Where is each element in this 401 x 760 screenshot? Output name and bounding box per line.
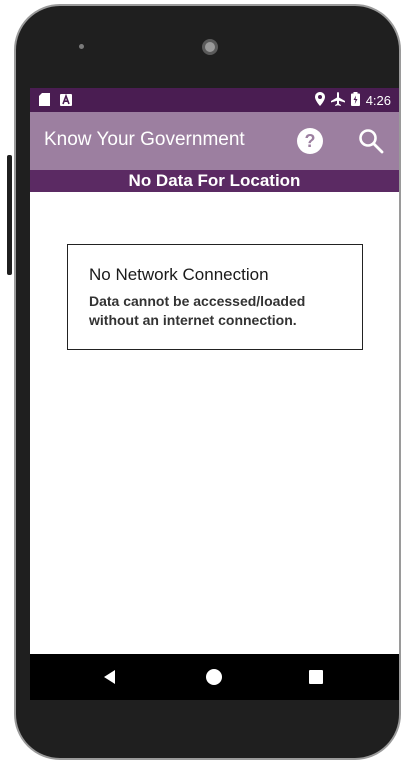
sd-card-icon: [39, 93, 50, 109]
location-banner: No Data For Location: [30, 170, 399, 192]
phone-screen: 4:26 Know Your Government ? No Data For …: [30, 88, 399, 700]
battery-charging-icon: [350, 92, 360, 109]
proximity-sensor: [79, 44, 84, 49]
dialog-message: Data cannot be accessed/loaded without a…: [89, 293, 306, 328]
search-icon: [359, 129, 384, 154]
home-circle-icon[interactable]: [206, 669, 222, 685]
navigation-bar: [30, 654, 399, 700]
back-triangle-icon[interactable]: [104, 670, 115, 684]
app-title: Know Your Government: [44, 129, 245, 150]
notification-a-icon: [60, 93, 72, 109]
search-button[interactable]: [357, 127, 385, 155]
location-icon: [314, 92, 325, 109]
app-bar: Know Your Government ?: [30, 112, 399, 170]
help-circle-icon: ?: [304, 131, 316, 151]
dialog-title: No Network Connection: [89, 265, 269, 284]
recents-square-icon[interactable]: [309, 670, 323, 684]
status-time: 4:26: [365, 93, 391, 108]
no-network-dialog: No Network Connection Data cannot be acc…: [67, 244, 363, 350]
airplane-mode-icon: [330, 92, 345, 109]
status-bar: 4:26: [30, 88, 399, 112]
power-button: [7, 155, 12, 275]
help-button[interactable]: ?: [297, 128, 323, 154]
front-camera: [202, 39, 218, 55]
